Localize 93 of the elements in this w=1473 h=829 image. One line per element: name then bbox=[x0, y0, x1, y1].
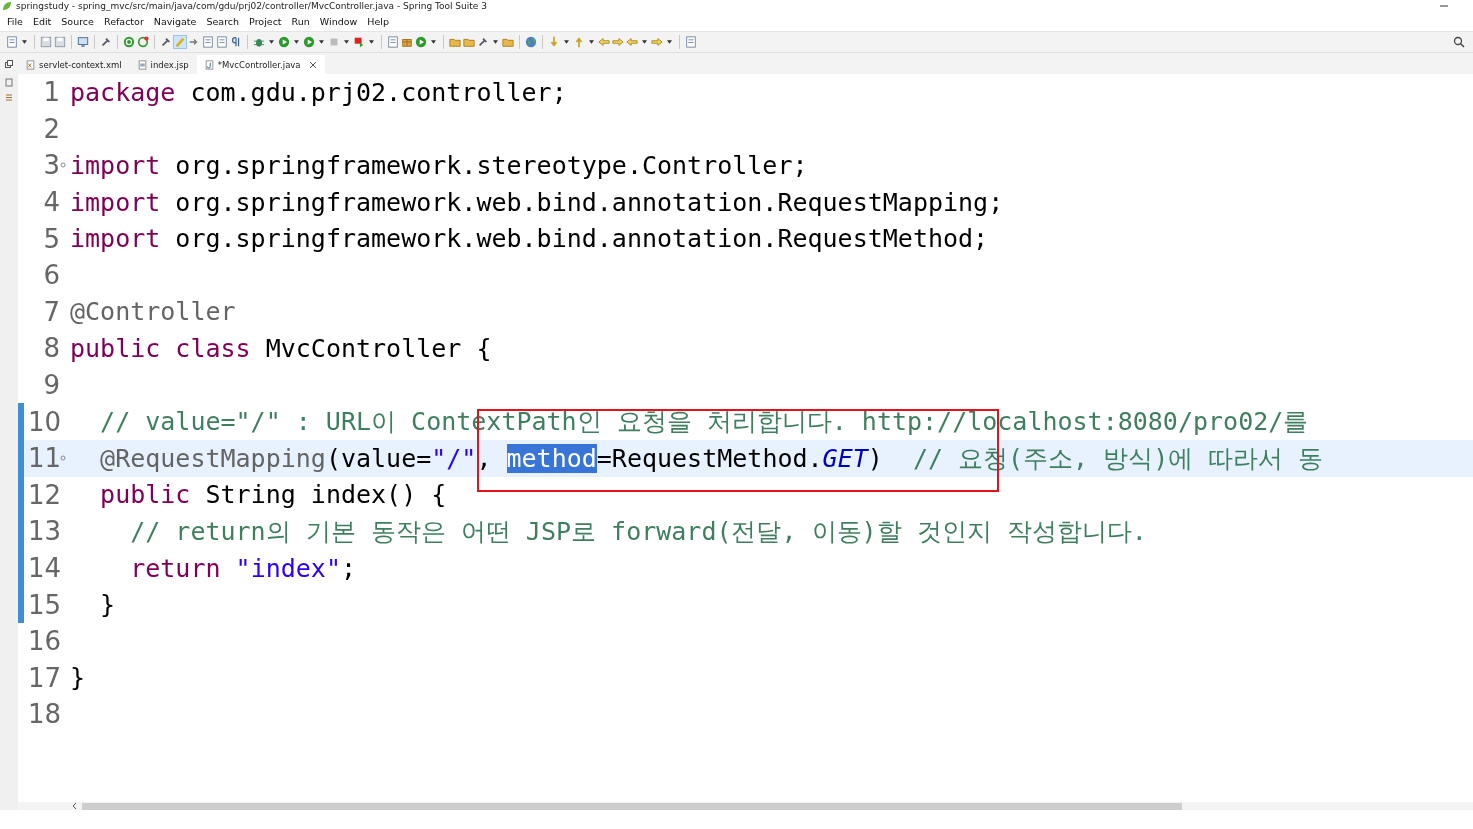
arrow-right-icon[interactable] bbox=[612, 36, 624, 48]
line-number: 1 bbox=[42, 77, 60, 108]
window-title: springstudy - spring_mvc/src/main/java/com/gdu/prj02/controller/MvcController.java - Spring Tool Suite 3 bbox=[16, 1, 488, 11]
arrow-down-icon[interactable] bbox=[548, 36, 560, 48]
line-number: 17 bbox=[28, 662, 60, 693]
code-line: // return의 기본 동작은 어떤 JSP로 forward(전달, 이동)할 것인지 작성합니다. bbox=[129, 515, 1147, 548]
line-number: 13 bbox=[28, 516, 60, 547]
horizontal-scrollbar[interactable] bbox=[18, 802, 1473, 810]
arrow-left-icon[interactable] bbox=[626, 36, 638, 48]
code-line: return "index"; bbox=[129, 553, 356, 583]
menu-item[interactable]: Source bbox=[56, 15, 99, 27]
caret-icon[interactable] bbox=[344, 40, 349, 44]
code-line: package com.gdu.prj02.controller; bbox=[70, 77, 567, 107]
document-icon[interactable] bbox=[387, 36, 399, 48]
code-line: public class MvcController { bbox=[70, 333, 492, 363]
xml-file-icon bbox=[26, 59, 35, 70]
code-line: } bbox=[99, 590, 116, 620]
code-line: } bbox=[70, 663, 86, 693]
scroll-left-icon[interactable] bbox=[72, 803, 78, 809]
caret-icon[interactable] bbox=[642, 40, 647, 44]
caret-icon[interactable] bbox=[369, 40, 374, 44]
line-number: 2 bbox=[42, 113, 60, 144]
menu-item[interactable]: Search bbox=[201, 15, 245, 27]
leaf-icon bbox=[2, 1, 12, 11]
menu-item[interactable]: Refactor bbox=[98, 15, 149, 27]
caret-icon[interactable] bbox=[22, 40, 27, 44]
caret-icon[interactable] bbox=[493, 40, 498, 44]
code-line: import org.springframework.web.bind.annotation.RequestMapping; bbox=[70, 187, 1004, 217]
folder-icon[interactable] bbox=[449, 36, 461, 48]
menu-item[interactable]: Navigate bbox=[148, 15, 202, 27]
line-number: 11 bbox=[28, 443, 60, 474]
document-icon[interactable] bbox=[216, 36, 228, 48]
menu-item[interactable]: Edit bbox=[27, 15, 57, 27]
caret-icon[interactable] bbox=[667, 40, 672, 44]
arrow-right-icon[interactable] bbox=[651, 36, 663, 48]
menu-item[interactable]: Run bbox=[286, 15, 315, 27]
file-icon bbox=[137, 59, 147, 70]
caret-icon[interactable] bbox=[319, 40, 324, 44]
menu-item[interactable]: Help bbox=[362, 15, 394, 27]
fold-icon[interactable] bbox=[60, 162, 66, 169]
code-line: import org.springframework.stereotype.Controller; bbox=[70, 151, 808, 180]
close-icon[interactable] bbox=[308, 60, 317, 69]
fold-icon[interactable] bbox=[60, 455, 66, 462]
arrow-left-icon[interactable] bbox=[598, 36, 610, 48]
bug-icon[interactable] bbox=[253, 36, 265, 48]
document-icon[interactable] bbox=[202, 36, 214, 48]
caret-icon[interactable] bbox=[431, 40, 436, 44]
caret-icon[interactable] bbox=[589, 40, 594, 44]
power-icon[interactable] bbox=[123, 36, 135, 48]
search-icon[interactable] bbox=[1453, 36, 1465, 48]
list-icon[interactable] bbox=[5, 93, 13, 102]
folder-icon[interactable] bbox=[502, 36, 514, 48]
run-icon[interactable] bbox=[303, 36, 315, 48]
caret-icon[interactable] bbox=[294, 40, 299, 44]
arrow-icon[interactable] bbox=[188, 36, 200, 48]
run-icon[interactable] bbox=[415, 36, 427, 48]
menu-item[interactable]: Window bbox=[314, 15, 363, 27]
line-number: 6 bbox=[42, 260, 60, 291]
document-icon[interactable] bbox=[6, 36, 18, 48]
caret-icon[interactable] bbox=[564, 40, 569, 44]
package-icon[interactable] bbox=[401, 36, 413, 48]
line-number: 12 bbox=[28, 479, 60, 510]
line-number: 3 bbox=[42, 150, 60, 181]
line-number: 16 bbox=[28, 626, 60, 657]
menu-item[interactable]: Project bbox=[244, 15, 287, 27]
line-number: 15 bbox=[28, 589, 60, 620]
restore-icon[interactable] bbox=[5, 60, 13, 68]
flag-icon[interactable] bbox=[353, 36, 365, 48]
line-number: 4 bbox=[42, 187, 60, 218]
grip-icon[interactable] bbox=[5, 78, 13, 87]
line-number: 18 bbox=[28, 699, 60, 730]
line-number: 9 bbox=[42, 370, 60, 401]
globe-icon[interactable] bbox=[525, 36, 537, 48]
document-icon[interactable] bbox=[685, 36, 697, 48]
line-number: 14 bbox=[28, 553, 60, 583]
code-line: public String index() { bbox=[99, 480, 447, 510]
editor-tab[interactable]: index.jsp bbox=[150, 59, 189, 70]
folder-icon[interactable] bbox=[463, 36, 475, 48]
menu-item[interactable]: File bbox=[2, 15, 28, 27]
caret-icon[interactable] bbox=[269, 40, 274, 44]
pilcrow-icon[interactable] bbox=[230, 36, 242, 48]
refresh-icon[interactable] bbox=[137, 36, 149, 48]
line-number: 8 bbox=[42, 333, 60, 364]
code-line: @Controller bbox=[70, 297, 236, 327]
arrow-up-icon[interactable] bbox=[573, 36, 585, 48]
code-line: import org.springframework.web.bind.annotation.RequestMethod; bbox=[70, 224, 989, 254]
monitor-icon[interactable] bbox=[77, 36, 89, 48]
run-icon[interactable] bbox=[278, 36, 290, 48]
editor-tab[interactable]: servlet-context.xml bbox=[39, 59, 122, 70]
line-number: 7 bbox=[42, 296, 60, 327]
line-number: 5 bbox=[42, 223, 60, 254]
java-file-icon bbox=[204, 59, 214, 70]
line-number: 10 bbox=[28, 406, 60, 437]
